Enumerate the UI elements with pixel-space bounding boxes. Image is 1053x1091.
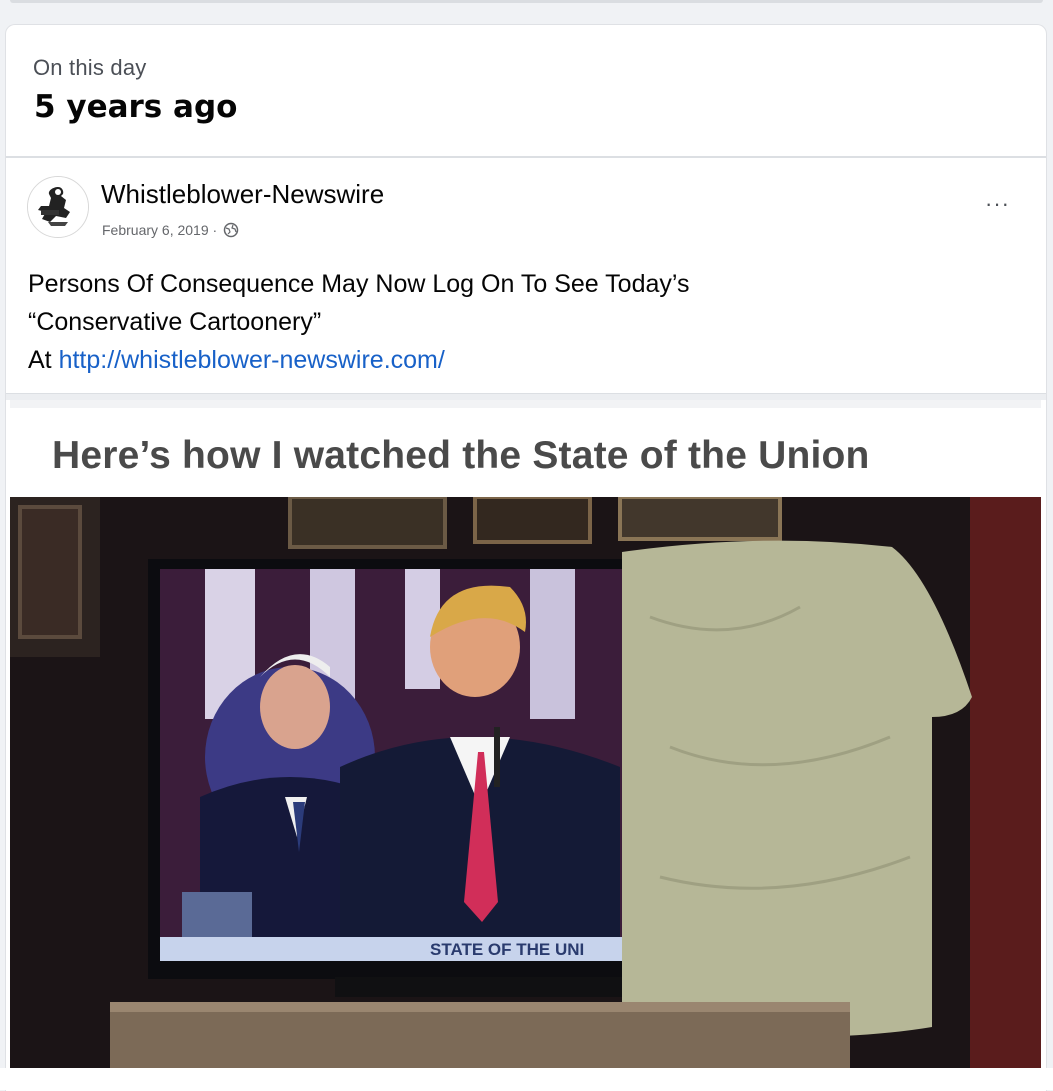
author-avatar[interactable] (27, 176, 89, 238)
post-text-line-2: “Conservative Cartoonery” (28, 308, 322, 336)
post-link[interactable]: http://whistleblower-newswire.com/ (59, 346, 445, 374)
memory-card: On this day 5 years ago Whistleblower-Ne… (5, 24, 1047, 1091)
post-text-prefix: At (28, 346, 59, 374)
image-caption-bar: Here’s how I watched the State of the Un… (10, 400, 1041, 505)
more-options-button[interactable]: ··· (985, 191, 1010, 217)
post-text-line-1: Persons Of Consequence May Now Log On To… (28, 270, 690, 298)
previous-card-edge (0, 0, 1053, 22)
post-image[interactable]: Here’s how I watched the State of the Un… (10, 400, 1041, 1070)
post-text-line-3: At http://whistleblower-newswire.com/ (28, 341, 1018, 379)
post-body: Persons Of Consequence May Now Log On To… (28, 265, 1018, 379)
post-date[interactable]: February 6, 2019 (102, 222, 209, 238)
memory-heading: On this day (33, 55, 147, 80)
ticker-text: STATE OF THE UNI (430, 940, 584, 959)
avatar-logo-icon (28, 177, 88, 237)
post-meta: February 6, 2019 · (102, 222, 239, 241)
image-caption: Here’s how I watched the State of the Un… (52, 434, 870, 477)
globe-icon (223, 222, 239, 241)
post-author[interactable]: Whistleblower-Newswire (101, 179, 384, 210)
memory-title: 5 years ago (34, 89, 238, 125)
feed-bottom-edge (0, 1068, 1053, 1090)
section-divider (6, 393, 1046, 400)
date-separator: · (212, 222, 218, 239)
tv-scene-illustration: STATE OF THE UNI (10, 497, 1041, 1070)
memory-header: On this day 5 years ago (6, 25, 1046, 158)
